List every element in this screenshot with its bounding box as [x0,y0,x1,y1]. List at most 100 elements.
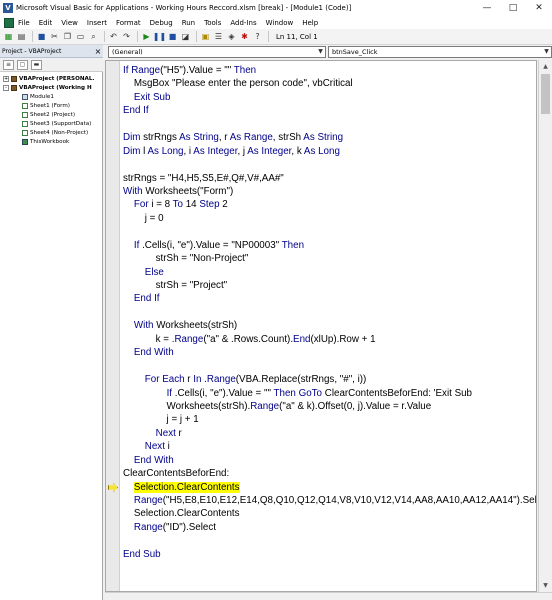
procedure-dropdown[interactable]: btnSave_Click ▼ [328,46,552,58]
view-code-icon[interactable]: ≡ [3,59,14,70]
code-line[interactable]: j = j + 1 [123,413,536,426]
expand-icon[interactable]: + [3,76,9,82]
scroll-down-icon[interactable]: ▼ [539,579,552,592]
menu-help[interactable]: Help [302,19,318,27]
vertical-scrollbar[interactable]: ▲ ▼ [538,60,552,592]
code-line[interactable]: ​ [123,534,536,547]
code-line[interactable]: strSh = "Non-Project" [123,252,536,265]
menu-add-ins[interactable]: Add-Ins [230,19,256,27]
code-line[interactable]: If .Cells(i, "e").Value = "" Then GoTo C… [123,387,536,400]
code-line[interactable]: Selection.ClearContents [123,507,536,520]
copy-icon[interactable]: ❐ [62,31,73,42]
redo-icon[interactable]: ↷ [121,31,132,42]
code-line[interactable]: strRngs = "H4,H5,S5,E#,Q#,V#,AA#" [123,172,536,185]
cut-icon[interactable]: ✂ [49,31,60,42]
insert-module-icon[interactable]: ▤ [16,31,27,42]
scroll-thumb[interactable] [541,74,550,114]
menu-file[interactable]: File [18,19,30,27]
scroll-up-icon[interactable]: ▲ [539,60,552,73]
code-line[interactable]: ​ [123,158,536,171]
code-line[interactable]: Dim l As Long, i As Integer, j As Intege… [123,145,536,158]
toolbar-divider [32,31,33,42]
code-line[interactable]: If Range("H5").Value = "" Then [123,64,536,77]
menu-run[interactable]: Run [182,19,195,27]
code-line[interactable]: ​ [123,225,536,238]
code-line[interactable]: End With [123,346,536,359]
code-line[interactable]: End If [123,104,536,117]
tree-item-working-project[interactable]: - VBAProject (Working H [3,84,92,92]
design-mode-icon[interactable]: ◪ [180,31,191,42]
code-line[interactable]: j = 0 [123,212,536,225]
code-line[interactable]: Else [123,266,536,279]
find-icon[interactable]: ⌕ [88,31,99,42]
reset-icon[interactable]: ■ [167,31,178,42]
code-line[interactable]: k = .Range("a" & .Rows.Count).End(xlUp).… [123,333,536,346]
maximize-button[interactable]: □ [500,0,526,16]
code-line[interactable]: End Sub [123,548,536,561]
view-excel-icon[interactable]: ▦ [3,31,14,42]
code-line[interactable]: End With [123,454,536,467]
tree-item-personal-project[interactable]: + VBAProject (PERSONAL. [3,75,95,83]
code-line[interactable]: ClearContentsBeforEnd: [123,467,536,480]
chevron-down-icon[interactable]: ▼ [316,47,325,57]
code-text[interactable]: If Range("H5").Value = "" Then MsgBox "P… [123,64,536,561]
tree-item-sheet2[interactable]: Sheet2 (Project) [22,111,75,119]
code-line[interactable]: Exit Sub [123,91,536,104]
properties-window-icon[interactable]: ☰ [213,31,224,42]
code-editor[interactable]: If Range("H5").Value = "" Then MsgBox "P… [105,60,537,592]
break-icon[interactable]: ❚❚ [153,31,166,42]
minimize-button[interactable]: — [474,0,500,16]
close-button[interactable]: ✕ [526,0,552,16]
code-line[interactable]: Range("ID").Select [123,521,536,534]
horizontal-scrollbar[interactable] [105,592,552,600]
menu-bar: File Edit View Insert Format Debug Run T… [0,16,552,29]
tree-item-thisworkbook[interactable]: ThisWorkbook [22,138,69,146]
menu-window[interactable]: Window [266,19,294,27]
tree-item-sheet4[interactable]: Sheet4 (Non-Project) [22,129,88,137]
toolbox-icon[interactable]: ✱ [239,31,250,42]
margin-indicator-bar[interactable] [106,61,120,591]
excel-icon[interactable] [4,17,14,28]
code-line[interactable]: Next i [123,440,536,453]
paste-icon[interactable]: ▭ [75,31,86,42]
code-line[interactable]: ​ [123,306,536,319]
tree-item-module1[interactable]: Module1 [22,93,54,101]
code-line[interactable]: Next r [123,427,536,440]
chevron-down-icon[interactable]: ▼ [542,47,551,57]
collapse-icon[interactable]: - [3,85,9,91]
object-dropdown[interactable]: (General) ▼ [108,46,326,58]
code-line[interactable]: MsgBox "Please enter the person code", v… [123,77,536,90]
code-line[interactable]: Worksheets(strSh).Range("a" & k).Offset(… [123,400,536,413]
code-line[interactable]: ​ [123,118,536,131]
run-icon[interactable]: ▶ [141,31,152,42]
tree-item-sheet1[interactable]: Sheet1 (Form) [22,102,70,110]
menu-tools[interactable]: Tools [204,19,221,27]
code-line[interactable]: End If [123,292,536,305]
undo-icon[interactable]: ↶ [108,31,119,42]
tree-item-sheet3[interactable]: Sheet3 (SupportData) [22,120,91,128]
menu-insert[interactable]: Insert [87,19,107,27]
toggle-folders-icon[interactable]: ▬ [31,59,42,70]
object-browser-icon[interactable]: ◈ [226,31,237,42]
code-line[interactable]: With Worksheets(strSh) [123,319,536,332]
project-explorer-icon[interactable]: ▣ [200,31,211,42]
menu-debug[interactable]: Debug [150,19,173,27]
help-icon[interactable]: ? [252,31,263,42]
module-icon [22,94,28,100]
view-object-icon[interactable]: ▢ [17,59,28,70]
code-line[interactable]: For i = 8 To 14 Step 2 [123,198,536,211]
project-panel-toolbar: ≡ ▢ ▬ [0,58,103,72]
code-line[interactable]: Selection.ClearContents [123,481,536,494]
code-line[interactable]: Dim strRngs As String, r As Range, strSh… [123,131,536,144]
code-line[interactable]: If .Cells(i, "e").Value = "NP00003" Then [123,239,536,252]
code-line[interactable]: Range("H5,E8,E10,E12,E14,Q8,Q10,Q12,Q14,… [123,494,536,507]
menu-format[interactable]: Format [116,19,141,27]
save-icon[interactable]: ■ [36,31,47,42]
close-icon[interactable]: × [93,47,103,56]
code-line[interactable]: strSh = "Project" [123,279,536,292]
menu-edit[interactable]: Edit [39,19,53,27]
code-line[interactable]: ​ [123,360,536,373]
code-line[interactable]: For Each r In .Range(VBA.Replace(strRngs… [123,373,536,386]
menu-view[interactable]: View [61,19,78,27]
code-line[interactable]: With Worksheets("Form") [123,185,536,198]
